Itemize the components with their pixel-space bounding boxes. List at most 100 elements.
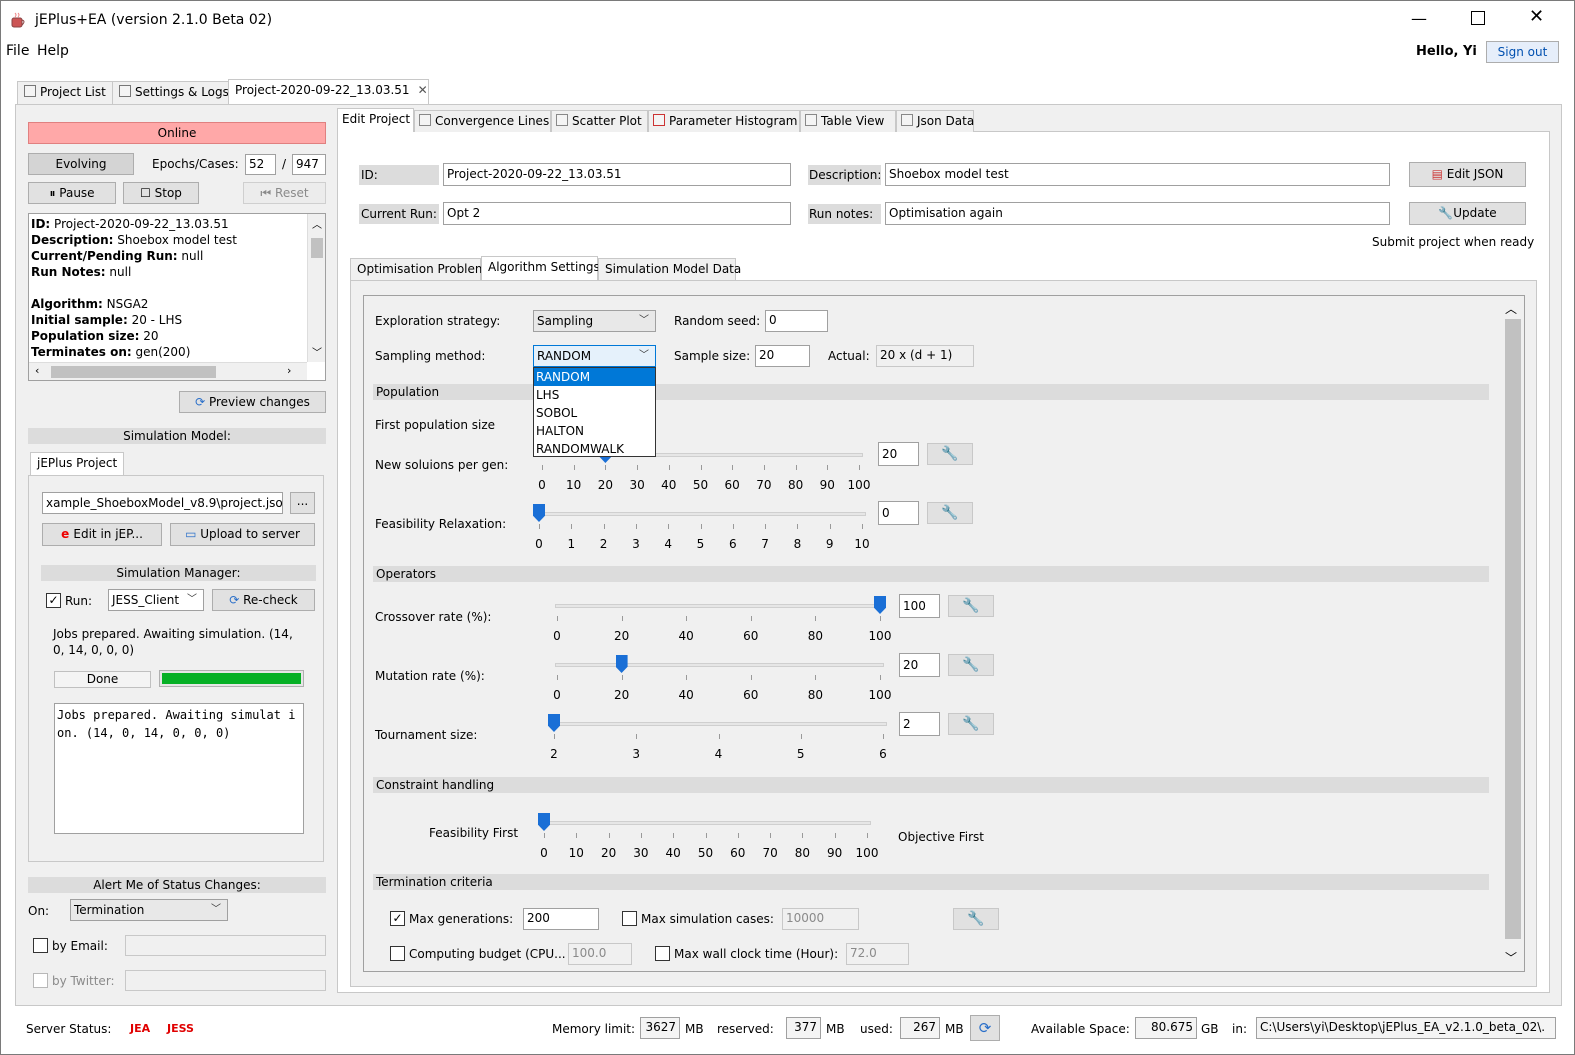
inner-tab-1[interactable]: Algorithm Settings (481, 256, 600, 280)
info-row: ID: Project-2020-09-22_13.03.51 (31, 216, 303, 232)
max-generations-checkbox[interactable]: ✓ (390, 911, 405, 926)
run-notes-field[interactable]: Optimisation again (885, 202, 1390, 225)
subtab-1[interactable]: Convergence Lines (414, 110, 551, 132)
pause-label: Pause (59, 186, 95, 200)
feas-slider-track[interactable] (537, 512, 866, 516)
slider-tick-label: 60 (743, 629, 759, 643)
id-field[interactable]: Project-2020-09-22_13.03.51 (443, 163, 791, 186)
tab-settings-logs[interactable]: Settings & Logs (112, 81, 236, 104)
cross-slider-track[interactable] (555, 604, 884, 608)
cases-field[interactable]: 947 (292, 154, 326, 175)
crossover-wrench-button[interactable]: 🔧 (948, 595, 994, 617)
subtab-4[interactable]: Table View (800, 110, 896, 132)
client-select[interactable]: JESS_Client ﹀ (108, 589, 204, 611)
scroll-down-icon[interactable]: ﹀ (312, 344, 322, 359)
sign-out-button[interactable]: Sign out (1486, 41, 1559, 63)
scroll-down-icon[interactable]: ﹀ (1505, 949, 1517, 966)
dropdown-option[interactable]: HALTON (534, 422, 655, 440)
slider-tick-label: 5 (696, 537, 705, 551)
feasibility-wrench-button[interactable]: 🔧 (927, 502, 973, 524)
edit-json-button[interactable]: ▤ Edit JSON (1409, 162, 1526, 187)
scroll-left-icon[interactable]: ‹ (35, 364, 39, 377)
tab-jeplus-project[interactable]: jEPlus Project (30, 452, 125, 476)
browse-button[interactable]: ... (290, 492, 315, 514)
dropdown-option[interactable]: RANDOMWALK (534, 440, 655, 458)
sample-size-field[interactable]: 20 (755, 345, 810, 367)
subtab-0[interactable]: Edit Project (337, 108, 414, 132)
project-info-panel[interactable]: ID: Project-2020-09-22_13.03.51 Descripti… (28, 213, 326, 381)
alert-on-select[interactable]: Termination ﹀ (70, 899, 228, 921)
edit-in-jep-button[interactable]: e Edit in jEP... (42, 523, 162, 546)
new-solutions-wrench-button[interactable]: 🔧 (927, 443, 973, 465)
termination-wrench-button[interactable]: 🔧 (953, 908, 999, 930)
max-simulation-checkbox[interactable] (622, 911, 637, 926)
dropdown-option[interactable]: RANDOM (534, 368, 655, 386)
sampling-method-select[interactable]: RANDOM ﹀ (533, 345, 656, 367)
computing-budget-checkbox[interactable] (390, 946, 405, 961)
inner-tab-2[interactable]: Simulation Model Data (598, 258, 741, 280)
tournament-size-field[interactable]: 2 (899, 712, 940, 736)
evolving-button[interactable]: Evolving (28, 153, 134, 175)
minimize-icon[interactable]: — (1411, 9, 1431, 29)
random-seed-field[interactable]: 0 (765, 310, 828, 332)
project-path-field[interactable]: xample_ShoeboxModel_v8.9\project.json (42, 492, 283, 514)
slider-tick-label: 9 (825, 537, 834, 551)
wall-clock-field: 72.0 (846, 943, 909, 965)
inner-tab-0[interactable]: Optimisation Problem (350, 258, 487, 280)
slider-tick (668, 524, 670, 529)
scrollbar-thumb[interactable] (1505, 319, 1521, 939)
max-generations-field[interactable]: 200 (523, 908, 599, 930)
algorithm-vscrollbar[interactable]: ︿ ﹀ (1503, 297, 1523, 970)
close-tab-icon[interactable]: ✕ (418, 83, 428, 97)
exploration-strategy-select[interactable]: Sampling ﹀ (533, 310, 656, 332)
tourn-slider-track[interactable] (552, 722, 887, 726)
pause-button[interactable]: ⏸ Pause (28, 182, 116, 204)
slider-tick-label: 100 (868, 688, 892, 702)
tab-project[interactable]: Project-2020-09-22_13.03.51 ✕ (228, 79, 429, 104)
description-field[interactable]: Shoebox model test (885, 163, 1390, 186)
log-textarea[interactable]: Jobs prepared. Awaiting simulat ion. (14… (54, 703, 304, 834)
update-button[interactable]: 🔧Update (1409, 202, 1526, 225)
preview-changes-button[interactable]: ⟳ Preview changes (179, 391, 326, 413)
subtab-5[interactable]: Json Data (896, 110, 974, 132)
dropdown-option[interactable]: SOBOL (534, 404, 655, 422)
tournament-wrench-button[interactable]: 🔧 (948, 713, 994, 735)
upload-to-server-button[interactable]: ▭ Upload to server (170, 523, 315, 546)
recheck-button[interactable]: ⟳ Re-check (212, 589, 315, 611)
slider-tick (867, 833, 868, 838)
wall-clock-checkbox[interactable] (655, 946, 670, 961)
mutation-rate-field[interactable]: 20 (899, 653, 940, 677)
feasibility-relaxation-field[interactable]: 0 (878, 501, 919, 525)
mut-slider-track[interactable] (555, 663, 884, 667)
horizontal-scrollbar[interactable]: ‹ › (29, 362, 307, 380)
close-icon[interactable]: ✕ (1529, 6, 1544, 27)
crossover-rate-field[interactable]: 100 (899, 594, 940, 618)
subtab-2[interactable]: Scatter Plot (551, 110, 648, 132)
run-checkbox[interactable]: ✓ (46, 593, 61, 608)
mutation-wrench-button[interactable]: 🔧 (948, 654, 994, 676)
dropdown-option[interactable]: LHS (534, 386, 655, 404)
scroll-up-icon[interactable]: ︿ (312, 216, 322, 231)
feasibility-relaxation-label: Feasibility Relaxation: (375, 517, 507, 531)
scroll-right-icon[interactable]: › (287, 364, 291, 377)
scroll-up-icon[interactable]: ︿ (1505, 300, 1517, 317)
hscrollbar-thumb[interactable] (51, 366, 216, 378)
subtab-3[interactable]: Parameter Histogram (648, 110, 800, 132)
current-run-field[interactable]: Opt 2 (443, 202, 791, 225)
constraint-slider-track[interactable] (542, 821, 871, 825)
menu-file[interactable]: File (6, 43, 29, 59)
wrench-icon: 🔧 (962, 598, 980, 614)
done-label: Done (54, 671, 151, 688)
maximize-icon[interactable] (1471, 11, 1485, 25)
menu-help[interactable]: Help (37, 43, 69, 59)
refresh-memory-button[interactable]: ⟳ (970, 1015, 1000, 1041)
slider-tick (686, 675, 688, 680)
vertical-scrollbar[interactable]: ︿ ﹀ (307, 214, 325, 362)
scrollbar-thumb[interactable] (311, 238, 323, 258)
new-solutions-field[interactable]: 20 (878, 442, 919, 466)
email-checkbox[interactable] (33, 938, 48, 953)
tab-project-list[interactable]: Project List (17, 81, 113, 104)
slider-tick (636, 734, 638, 739)
stop-button[interactable]: ☐ Stop (123, 182, 199, 204)
epochs-field[interactable]: 52 (245, 154, 276, 175)
